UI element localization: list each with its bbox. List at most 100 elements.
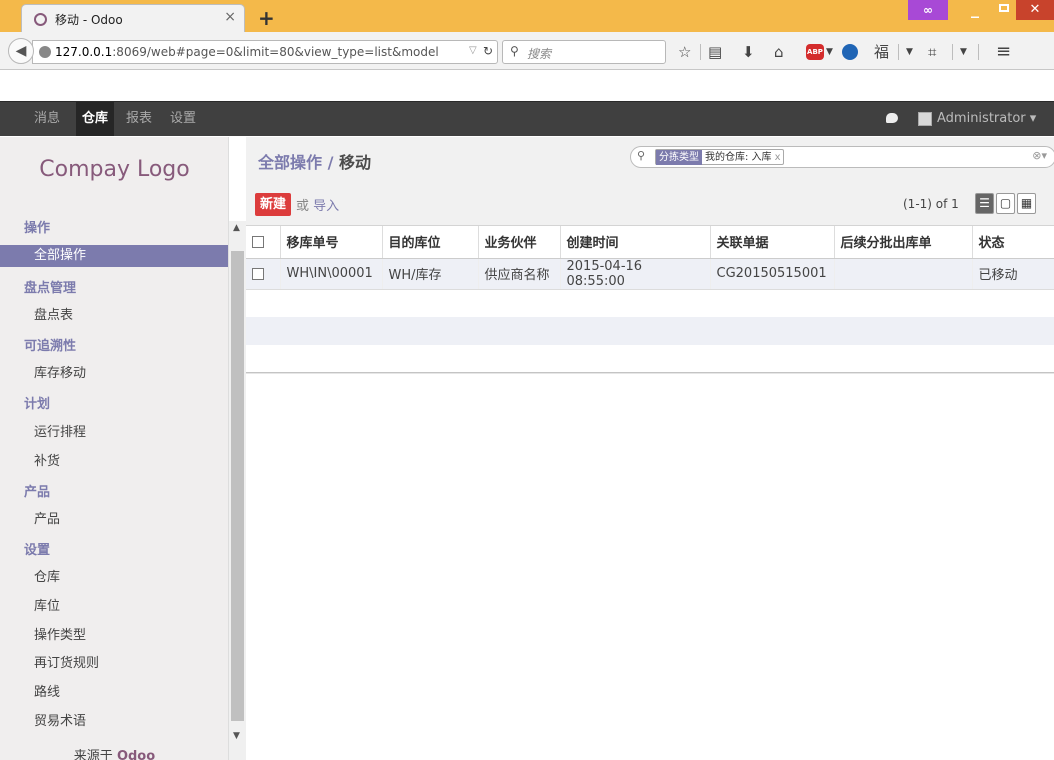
menu-item-warehouse[interactable]: 仓库 — [76, 102, 115, 136]
sidebar-section-operations: 操作 — [24, 221, 51, 236]
list-view-button[interactable]: ☰ — [975, 193, 994, 214]
private-mask-icon[interactable]: ∞ — [908, 0, 948, 20]
calendar-view-icon: ▦ — [1020, 196, 1033, 210]
table-cell: 2015-04-16 08:55:00 — [559, 258, 710, 290]
select-all-checkbox[interactable] — [252, 235, 264, 248]
column-header[interactable]: 移库单号 — [279, 226, 382, 259]
globe-icon — [39, 46, 51, 58]
table-row[interactable]: WH\IN\00001 WH/库存 供应商名称 2015-04-16 08:55… — [246, 258, 1054, 290]
or-import: 或 导入 — [296, 199, 340, 214]
chat-icon[interactable] — [886, 113, 898, 123]
browser-titlebar: 移动 - Odoo × + ∞ _ ✕ — [0, 0, 1054, 34]
facet-remove-icon[interactable]: x — [775, 152, 784, 163]
table-cell: 已移动 — [971, 258, 1054, 290]
url-bar[interactable]: 127.0.0.1:8069/web#page=0&limit=80&view_… — [32, 40, 498, 64]
company-logo[interactable]: Compay Logo — [0, 157, 228, 182]
create-button[interactable]: 新建 — [255, 193, 291, 216]
browser-search-input[interactable]: ⚲ 搜索 — [502, 40, 666, 64]
sidebar-scrollbar[interactable]: ▲ ▼ — [229, 221, 246, 760]
empty-row — [246, 289, 1054, 317]
sidebar-item-replenish[interactable]: 补货 — [0, 451, 228, 473]
browser-tab[interactable]: 移动 - Odoo × — [21, 4, 245, 34]
column-header[interactable]: 目的库位 — [381, 226, 478, 259]
odoo-link[interactable]: Odoo — [117, 749, 155, 760]
back-arrow-icon: ◀ — [15, 43, 27, 59]
new-tab-button[interactable]: + — [258, 6, 275, 30]
adblock-icon[interactable]: ABP — [806, 44, 824, 60]
menu-item-reports[interactable]: 报表 — [126, 102, 152, 136]
toolbar-separator — [952, 44, 953, 60]
sidebar-item-inventory-sheet[interactable]: 盘点表 — [0, 305, 228, 327]
form-view-icon: ▢ — [999, 196, 1012, 210]
sidebar-item-all-operations[interactable]: 全部操作 — [0, 245, 228, 267]
extension-glyph-icon[interactable]: 福 — [874, 44, 889, 60]
adblock-dropdown-icon[interactable]: ▼ — [826, 44, 833, 60]
extension-dropdown-icon[interactable]: ▼ — [906, 44, 913, 60]
sidebar-item-stock-moves[interactable]: 库存移动 — [0, 363, 228, 385]
column-header[interactable]: 业务伙伴 — [477, 226, 560, 259]
user-menu[interactable]: Administrator ▾ — [937, 102, 1036, 136]
empty-row — [246, 345, 1054, 373]
hamburger-menu-icon[interactable]: ≡ — [996, 43, 1011, 61]
search-icon: ⚲ — [637, 149, 646, 162]
row-checkbox[interactable] — [252, 267, 264, 280]
scroll-down-icon[interactable]: ▼ — [233, 731, 240, 741]
download-icon[interactable]: ⬇ — [742, 44, 755, 60]
window-minimize-button[interactable]: _ — [958, 0, 992, 20]
tab-close-icon[interactable]: × — [224, 9, 236, 25]
window-maximize-button[interactable] — [992, 0, 1016, 20]
empty-row — [246, 317, 1054, 345]
back-button[interactable]: ◀ — [8, 38, 34, 64]
column-header[interactable]: 状态 — [971, 226, 1054, 259]
import-link[interactable]: 导入 — [313, 199, 339, 214]
menu-item-messages[interactable]: 消息 — [34, 102, 60, 136]
calendar-view-button[interactable]: ▦ — [1017, 193, 1036, 214]
odoo-favicon-icon — [34, 13, 47, 26]
avatar[interactable] — [918, 112, 932, 126]
form-view-button[interactable]: ▢ — [996, 193, 1015, 214]
main-content: 全部操作 / 移动 ⚲ 分拣类型 我的仓库: 入库 x ⊗▾ 新建 或 导入 (1-… — [246, 137, 1054, 760]
sidebar-item-operation-types[interactable]: 操作类型 — [0, 625, 228, 647]
empty-cell — [246, 345, 1054, 373]
column-header[interactable]: 关联单据 — [709, 226, 834, 259]
table-footer-divider — [246, 372, 1054, 374]
sidebar-item-locations[interactable]: 库位 — [0, 596, 228, 618]
sidebar-item-warehouses[interactable]: 仓库 — [0, 567, 228, 589]
url-text: 127.0.0.1:8069/web#page=0&limit=80&view_… — [55, 45, 439, 59]
maximize-icon — [999, 4, 1009, 12]
search-input[interactable]: ⚲ 分拣类型 我的仓库: 入库 x ⊗▾ — [630, 146, 1054, 168]
breadcrumb-parent[interactable]: 全部操作 — [258, 153, 322, 172]
extension-icon[interactable] — [842, 44, 858, 60]
empty-cell — [246, 289, 1054, 317]
select-all-cell — [246, 226, 280, 259]
sidebar-item-routes[interactable]: 路线 — [0, 682, 228, 704]
sidebar-item-products[interactable]: 产品 — [0, 509, 228, 531]
bookmarks-list-icon[interactable]: ▤ — [708, 44, 722, 60]
sidebar-section-products: 产品 — [24, 485, 51, 500]
column-header[interactable]: 创建时间 — [559, 226, 710, 259]
search-icon: ⚲ — [510, 44, 519, 58]
column-header[interactable]: 后续分批出库单 — [833, 226, 972, 259]
odoo-top-menu: 消息 仓库 报表 设置 Administrator ▾ — [0, 101, 1054, 136]
sidebar-item-run-scheduler[interactable]: 运行排程 — [0, 422, 228, 444]
search-options-icon[interactable]: ⊗▾ — [1032, 149, 1047, 162]
toolbar-separator — [700, 44, 701, 60]
toolbar-separator — [898, 44, 899, 60]
scrollbar-thumb[interactable] — [231, 251, 244, 721]
sidebar-item-incoterms[interactable]: 贸易术语 — [0, 711, 228, 733]
sidebar-item-reorder-rules[interactable]: 再订货规则 — [0, 653, 228, 675]
tab-title: 移动 - Odoo — [55, 13, 123, 27]
search-facet[interactable]: 分拣类型 我的仓库: 入库 x — [655, 149, 785, 165]
url-dropdown-icon[interactable]: ▽ — [469, 45, 477, 56]
window-close-button[interactable]: ✕ — [1016, 0, 1054, 20]
screenshot-icon[interactable]: ⌗ — [928, 44, 936, 60]
empty-cell — [246, 317, 1054, 345]
reload-icon[interactable]: ↻ — [483, 44, 493, 58]
home-icon[interactable]: ⌂ — [774, 44, 784, 60]
pager[interactable]: (1-1) of 1 — [903, 197, 959, 211]
scroll-up-icon[interactable]: ▲ — [233, 223, 240, 233]
list-view-icon: ☰ — [979, 196, 990, 210]
toolbar-dropdown-icon[interactable]: ▼ — [960, 44, 967, 60]
menu-item-settings[interactable]: 设置 — [170, 102, 196, 136]
bookmark-star-icon[interactable]: ☆ — [678, 44, 691, 60]
